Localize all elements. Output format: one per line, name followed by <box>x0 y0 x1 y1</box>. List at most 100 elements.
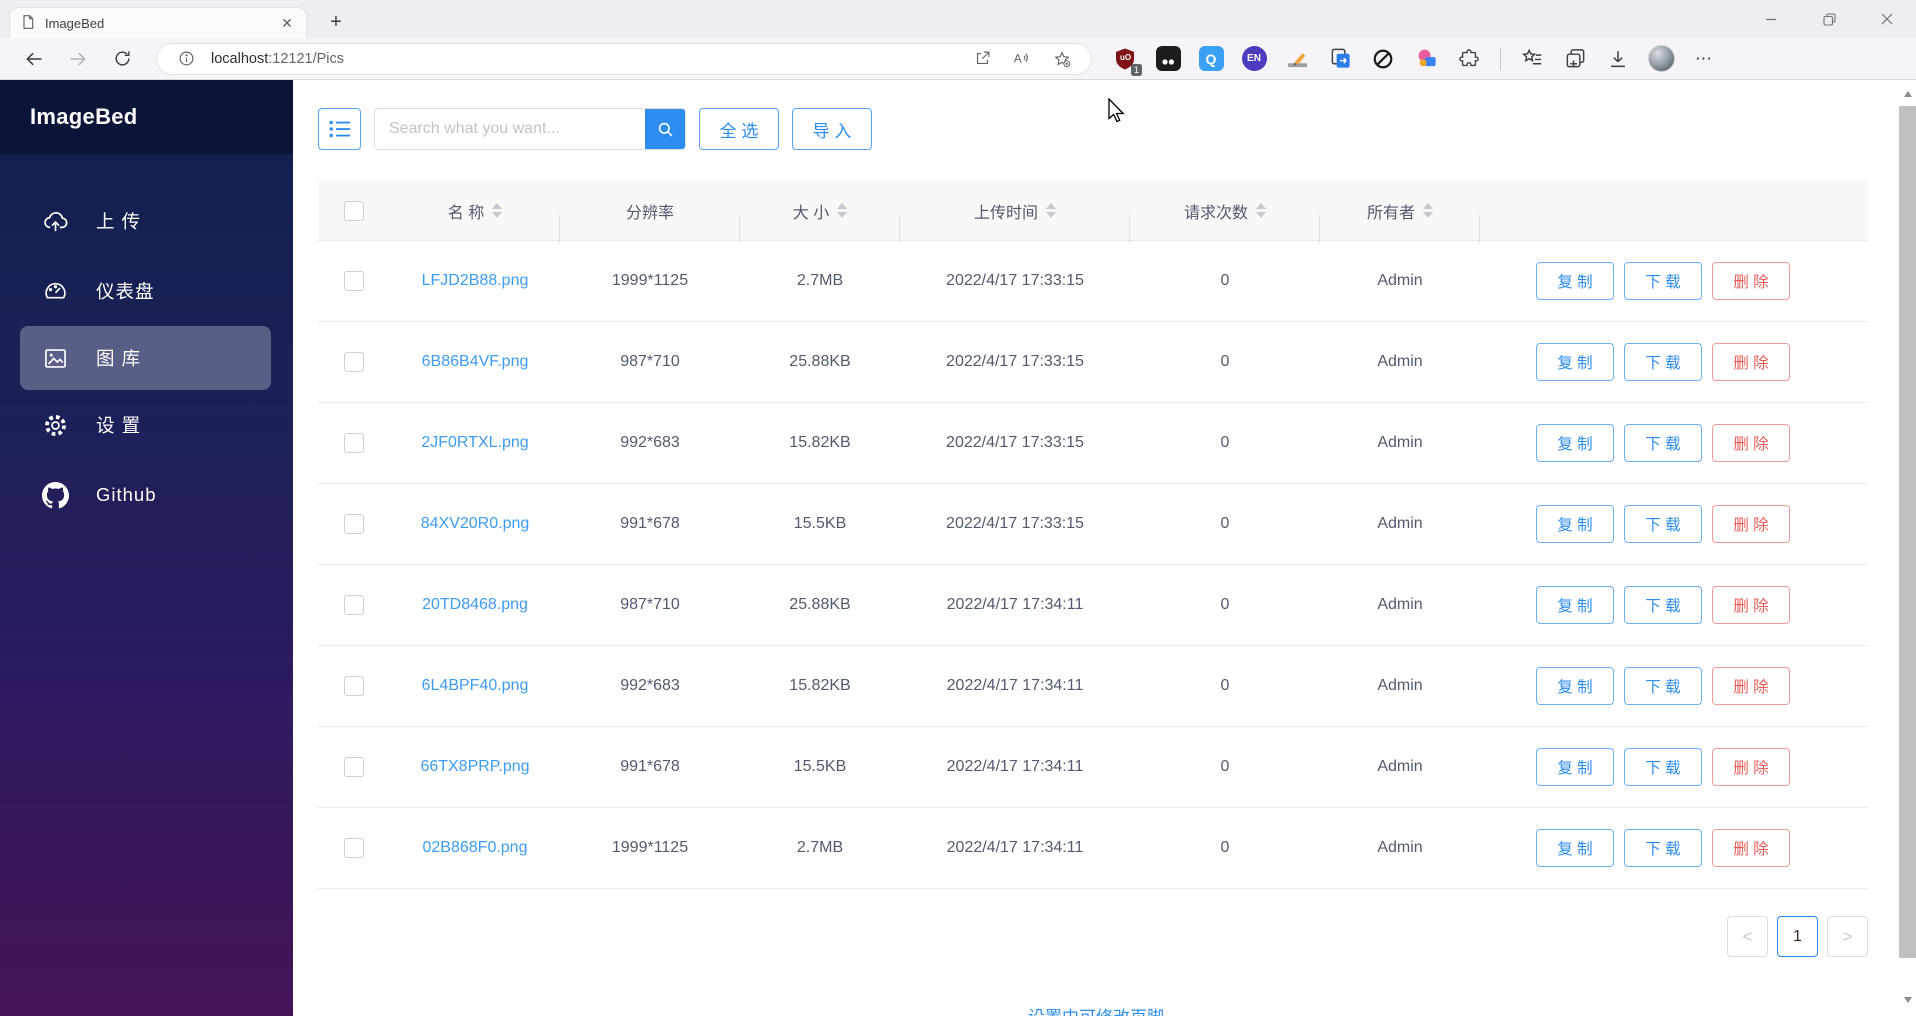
back-button[interactable] <box>12 42 56 76</box>
en-translator-extension-icon[interactable]: EN <box>1239 44 1269 74</box>
copy-button[interactable]: 复 制 <box>1536 262 1614 300</box>
row-checkbox[interactable] <box>344 676 364 696</box>
select-all-button[interactable]: 全 选 <box>699 108 779 150</box>
copy-button[interactable]: 复 制 <box>1536 667 1614 705</box>
read-aloud-icon[interactable]: A <box>1007 44 1037 74</box>
collections-icon[interactable] <box>1560 44 1590 74</box>
settings-menu-icon[interactable]: ⋯ <box>1689 44 1719 74</box>
delete-button[interactable]: 删 除 <box>1712 424 1790 462</box>
row-checkbox[interactable] <box>344 352 364 372</box>
site-info-icon[interactable] <box>171 44 201 74</box>
colorful-extension-icon[interactable] <box>1411 44 1441 74</box>
copy-button[interactable]: 复 制 <box>1536 505 1614 543</box>
sidebar-item-upload[interactable]: 上 传 <box>0 186 293 256</box>
download-button[interactable]: 下 载 <box>1624 829 1702 867</box>
copy-button[interactable]: 复 制 <box>1536 424 1614 462</box>
row-checkbox[interactable] <box>344 757 364 777</box>
view-mode-list-button[interactable] <box>318 108 361 150</box>
downloads-icon[interactable] <box>1603 44 1633 74</box>
favorites-hub-icon[interactable] <box>1517 44 1547 74</box>
row-checkbox[interactable] <box>344 271 364 291</box>
address-bar[interactable]: localhost:12121/Pics A <box>156 43 1092 75</box>
url-text: localhost:12121/Pics <box>211 51 957 67</box>
ublock-extension-icon[interactable]: uO 1 <box>1110 44 1140 74</box>
delete-button[interactable]: 删 除 <box>1712 829 1790 867</box>
cell-uploaded: 2022/4/17 17:34:11 <box>900 677 1130 695</box>
sort-carets-icon[interactable] <box>1423 203 1433 218</box>
profile-avatar[interactable] <box>1646 44 1676 74</box>
add-favorite-icon[interactable] <box>1047 44 1077 74</box>
file-link[interactable]: 84XV20R0.png <box>421 515 530 533</box>
window-minimize-button[interactable] <box>1742 0 1800 38</box>
sort-carets-icon[interactable] <box>837 203 847 218</box>
row-checkbox[interactable] <box>344 433 364 453</box>
cell-size: 15.82KB <box>740 434 900 452</box>
file-link[interactable]: 2JF0RTXL.png <box>421 434 528 452</box>
download-button[interactable]: 下 载 <box>1624 748 1702 786</box>
scroll-up-icon[interactable] <box>1899 86 1916 102</box>
search-input[interactable] <box>375 109 645 149</box>
header-size[interactable]: 大 小 <box>740 199 900 223</box>
header-name[interactable]: 名 称 <box>390 199 560 223</box>
file-link[interactable]: 6L4BPF40.png <box>422 677 529 695</box>
download-button[interactable]: 下 载 <box>1624 262 1702 300</box>
copy-button[interactable]: 复 制 <box>1536 829 1614 867</box>
select-all-checkbox[interactable] <box>344 201 364 221</box>
translate-pages-extension-icon[interactable] <box>1325 44 1355 74</box>
download-button[interactable]: 下 载 <box>1624 424 1702 462</box>
search-button[interactable] <box>645 109 685 149</box>
next-page-button[interactable]: > <box>1827 916 1868 957</box>
scroll-down-icon[interactable] <box>1899 992 1916 1008</box>
copy-button[interactable]: 复 制 <box>1536 748 1614 786</box>
open-external-icon[interactable] <box>967 44 997 74</box>
sort-carets-icon[interactable] <box>492 203 502 218</box>
copy-button[interactable]: 复 制 <box>1536 586 1614 624</box>
forward-button[interactable] <box>56 42 100 76</box>
page-scrollbar[interactable] <box>1899 80 1916 1016</box>
delete-button[interactable]: 删 除 <box>1712 667 1790 705</box>
row-checkbox[interactable] <box>344 514 364 534</box>
header-uploaded[interactable]: 上传时间 <box>900 199 1130 223</box>
scrollbar-thumb[interactable] <box>1899 106 1916 958</box>
download-button[interactable]: 下 载 <box>1624 505 1702 543</box>
sort-carets-icon[interactable] <box>1256 203 1266 218</box>
delete-button[interactable]: 删 除 <box>1712 343 1790 381</box>
window-close-button[interactable] <box>1858 0 1916 38</box>
browser-tab[interactable]: ImageBed ✕ <box>10 8 306 38</box>
current-page-button[interactable]: 1 <box>1777 916 1818 957</box>
copy-button[interactable]: 复 制 <box>1536 343 1614 381</box>
editor-extension-icon[interactable] <box>1282 44 1312 74</box>
file-link[interactable]: 6B86B4VF.png <box>422 353 529 371</box>
cell-requests: 0 <box>1130 353 1320 371</box>
sidebar-item-gallery[interactable]: 图 库 <box>20 326 271 390</box>
delete-button[interactable]: 删 除 <box>1712 505 1790 543</box>
new-tab-button[interactable]: + <box>322 8 350 36</box>
header-owner[interactable]: 所有者 <box>1320 199 1480 223</box>
file-link[interactable]: LFJD2B88.png <box>422 272 529 290</box>
file-link[interactable]: 02B868F0.png <box>423 839 528 857</box>
delete-button[interactable]: 删 除 <box>1712 262 1790 300</box>
row-checkbox[interactable] <box>344 595 364 615</box>
block-extension-icon[interactable] <box>1368 44 1398 74</box>
dark-extension-icon[interactable] <box>1153 44 1183 74</box>
tab-close-icon[interactable]: ✕ <box>278 14 296 32</box>
prev-page-button[interactable]: < <box>1727 916 1768 957</box>
q-extension-icon[interactable]: Q <box>1196 44 1226 74</box>
delete-button[interactable]: 删 除 <box>1712 586 1790 624</box>
sidebar-item-dashboard[interactable]: 仪表盘 <box>0 256 293 326</box>
row-checkbox[interactable] <box>344 838 364 858</box>
sort-carets-icon[interactable] <box>1046 203 1056 218</box>
extensions-menu-icon[interactable] <box>1454 44 1484 74</box>
window-restore-button[interactable] <box>1800 0 1858 38</box>
sidebar-item-settings[interactable]: 设 置 <box>0 390 293 460</box>
delete-button[interactable]: 删 除 <box>1712 748 1790 786</box>
file-link[interactable]: 66TX8PRP.png <box>420 758 529 776</box>
import-button[interactable]: 导 入 <box>792 108 872 150</box>
file-link[interactable]: 20TD8468.png <box>422 596 528 614</box>
download-button[interactable]: 下 载 <box>1624 667 1702 705</box>
header-requests[interactable]: 请求次数 <box>1130 199 1320 223</box>
sidebar-item-github[interactable]: Github <box>0 460 293 530</box>
refresh-button[interactable] <box>100 42 144 76</box>
download-button[interactable]: 下 载 <box>1624 586 1702 624</box>
download-button[interactable]: 下 载 <box>1624 343 1702 381</box>
